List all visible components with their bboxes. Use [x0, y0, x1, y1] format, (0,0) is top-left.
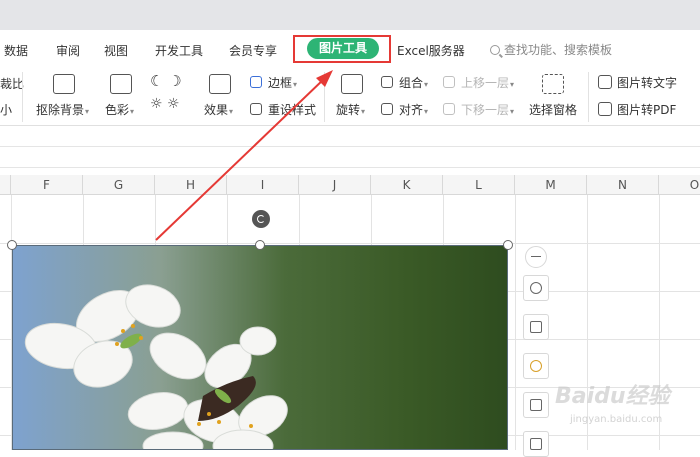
tab-view[interactable]: 视图 — [104, 42, 128, 59]
search-placeholder: 查找功能、搜索模板 — [504, 43, 613, 57]
column-header[interactable]: H — [155, 175, 227, 195]
column-header[interactable]: F — [11, 175, 83, 195]
crop-button[interactable] — [523, 314, 549, 340]
resize-handle-top-right[interactable] — [503, 240, 513, 250]
column-header[interactable]: I — [227, 175, 299, 195]
align-button[interactable]: 对齐▾ — [399, 101, 428, 118]
toolbar-separator — [22, 72, 23, 122]
reset-style-button[interactable]: 重设样式 — [268, 101, 316, 118]
remove-background-icon — [53, 74, 75, 94]
column-header[interactable]: G — [83, 175, 155, 195]
tab-excel-server[interactable]: Excel服务器 — [397, 42, 465, 59]
contrast-icon[interactable]: ☼ ☼ — [150, 96, 180, 112]
zoom-in-icon — [530, 282, 542, 294]
color-icon — [110, 74, 132, 94]
annotation-highlight-box — [293, 35, 391, 63]
picture-to-text-icon — [598, 75, 612, 89]
send-backward-button[interactable]: 下移一层▾ — [461, 101, 514, 118]
ribbon-toolbar: 裁比 小 抠除背景▾ 色彩▾ ☾ ☽ ☼ ☼ 效果▾ 边框▾ 重设样式 旋转▾ … — [0, 68, 700, 126]
column-header[interactable]: K — [371, 175, 443, 195]
effects-label: 效果 — [204, 103, 229, 117]
send-backward-icon — [443, 103, 455, 115]
resize-handle-top-left[interactable] — [7, 240, 17, 250]
group-button[interactable]: 组合▾ — [399, 74, 428, 91]
picture-to-pdf-icon — [598, 102, 612, 116]
rotate-icon — [341, 74, 363, 94]
brightness-icon[interactable]: ☾ ☽ — [150, 72, 182, 90]
send-backward-label: 下移一层 — [461, 103, 510, 117]
group-icon — [381, 76, 393, 88]
align-label: 对齐 — [399, 103, 424, 117]
rotate-button[interactable]: 旋转▾ — [336, 101, 365, 118]
column-header[interactable]: O — [659, 175, 700, 195]
toolbar-partial-label-1: 裁比 — [0, 77, 25, 91]
reset-style-icon — [250, 103, 262, 115]
border-icon — [250, 76, 262, 88]
watermark-url: jingyan.baidu.com — [570, 414, 663, 425]
tab-developer[interactable]: 开发工具 — [155, 42, 203, 59]
zoom-in-button[interactable] — [523, 275, 549, 301]
rotate-label: 旋转 — [336, 103, 361, 117]
tab-data[interactable]: 数据 — [4, 42, 28, 59]
picture-icon — [530, 438, 542, 450]
formula-bar[interactable] — [0, 146, 700, 168]
column-header-row: F G H I J K L M N O — [0, 175, 700, 195]
selection-pane-button[interactable]: 选择窗格 — [529, 101, 577, 118]
color-label: 色彩 — [105, 103, 130, 117]
column-header[interactable]: N — [587, 175, 659, 195]
toolbar-partial-label-2: 小 — [0, 103, 13, 117]
column-header[interactable]: L — [443, 175, 515, 195]
flower-image — [24, 284, 288, 449]
idea-button[interactable] — [523, 353, 549, 379]
tab-member[interactable]: 会员专享 — [229, 42, 277, 59]
effects-button[interactable]: 效果▾ — [204, 101, 233, 118]
picture-to-text-button[interactable]: 图片转文字 — [617, 74, 677, 91]
picture-to-pdf-button[interactable]: 图片转PDF — [617, 101, 676, 118]
crop-icon — [530, 321, 542, 333]
column-header[interactable]: J — [299, 175, 371, 195]
align-icon — [381, 103, 393, 115]
search-icon — [490, 45, 500, 55]
column-header[interactable]: M — [515, 175, 587, 195]
watermark-brand: Baidu经验 — [555, 384, 670, 409]
search-box[interactable]: 查找功能、搜索模板 — [490, 41, 612, 58]
convert-icon — [530, 399, 542, 411]
bring-forward-icon — [443, 76, 455, 88]
remove-background-button[interactable]: 抠除背景▾ — [36, 101, 89, 118]
convert-button[interactable] — [523, 392, 549, 418]
zoom-out-button[interactable] — [525, 246, 547, 268]
bring-forward-label: 上移一层 — [461, 76, 510, 90]
toolbar-separator — [324, 72, 325, 122]
more-tools-button[interactable] — [523, 431, 549, 457]
minus-icon — [531, 256, 541, 257]
toolbar-separator — [588, 72, 589, 122]
bring-forward-button[interactable]: 上移一层▾ — [461, 74, 514, 91]
lightbulb-icon — [530, 360, 542, 372]
grid-line — [515, 195, 516, 450]
group-label: 组合 — [399, 76, 424, 90]
tab-review[interactable]: 审阅 — [56, 42, 80, 59]
grid-line — [659, 195, 660, 450]
column-header-partial[interactable] — [0, 175, 11, 195]
window-top-bar — [0, 0, 700, 30]
rotate-handle-icon[interactable] — [252, 210, 270, 228]
selection-pane-icon — [542, 74, 564, 94]
grid-line — [587, 195, 588, 450]
grid-line — [0, 243, 700, 244]
remove-background-label: 抠除背景 — [36, 103, 85, 117]
resize-handle-top-center[interactable] — [255, 240, 265, 250]
effects-icon — [209, 74, 231, 94]
border-label: 边框 — [268, 76, 293, 90]
selected-flower-picture[interactable] — [12, 245, 508, 450]
border-button[interactable]: 边框▾ — [268, 74, 297, 91]
color-button[interactable]: 色彩▾ — [105, 101, 134, 118]
